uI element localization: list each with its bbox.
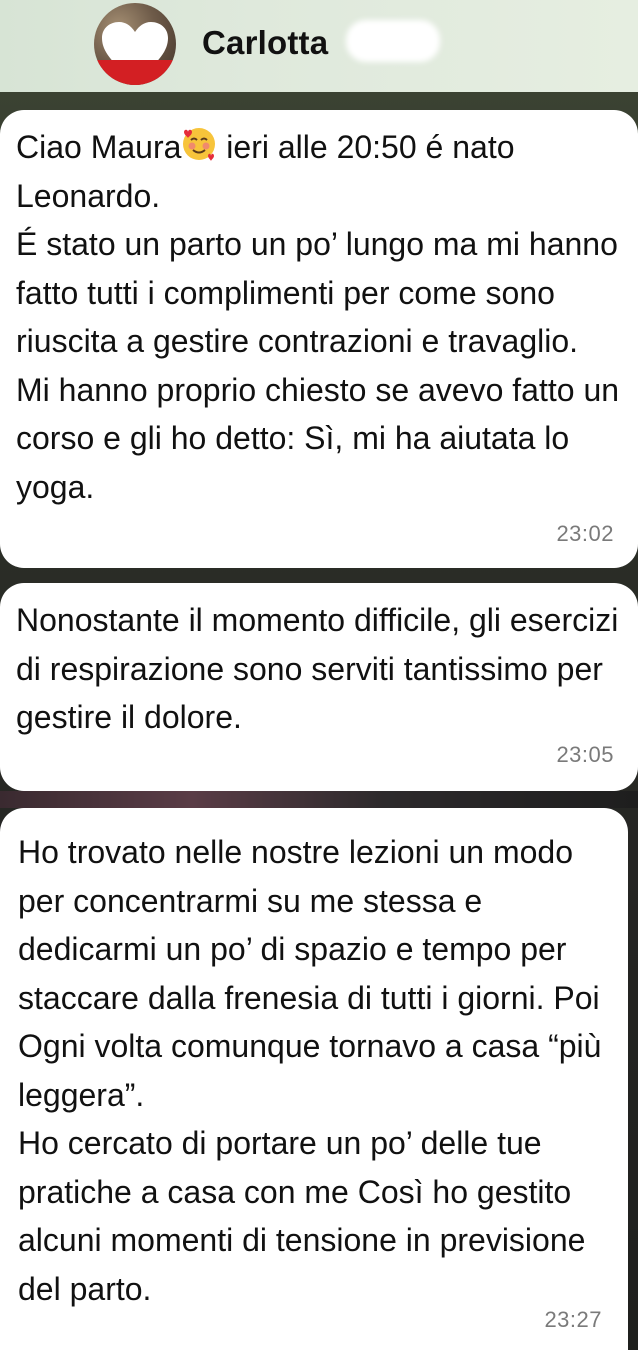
message-bubble[interactable]: Ho trovato nelle nostre lezioni un modo … — [0, 808, 628, 1350]
chat-header: Carlotta — [0, 0, 638, 92]
message-bubble[interactable]: Nonostante il momento difficile, gli ese… — [0, 583, 638, 791]
message-text: Ho trovato nelle nostre lezioni un modo … — [18, 834, 602, 1307]
avatar-red-area — [94, 60, 176, 85]
chat-background-strip — [0, 791, 638, 808]
message-text: Ciao Maura ieri alle 20:50 é nato Leonar… — [16, 123, 622, 511]
contact-avatar[interactable] — [94, 3, 176, 85]
message-timestamp: 23:27 — [544, 1306, 602, 1332]
message-text: Nonostante il momento difficile, gli ese… — [16, 602, 619, 735]
contact-name[interactable]: Carlotta — [202, 24, 328, 62]
message-timestamp: 23:05 — [556, 741, 614, 767]
redacted-surname — [352, 26, 434, 56]
smiling-face-with-hearts-icon — [183, 128, 216, 161]
message-timestamp: 23:02 — [556, 520, 614, 546]
message-bubble[interactable]: Ciao Maura ieri alle 20:50 é nato Leonar… — [0, 110, 638, 568]
